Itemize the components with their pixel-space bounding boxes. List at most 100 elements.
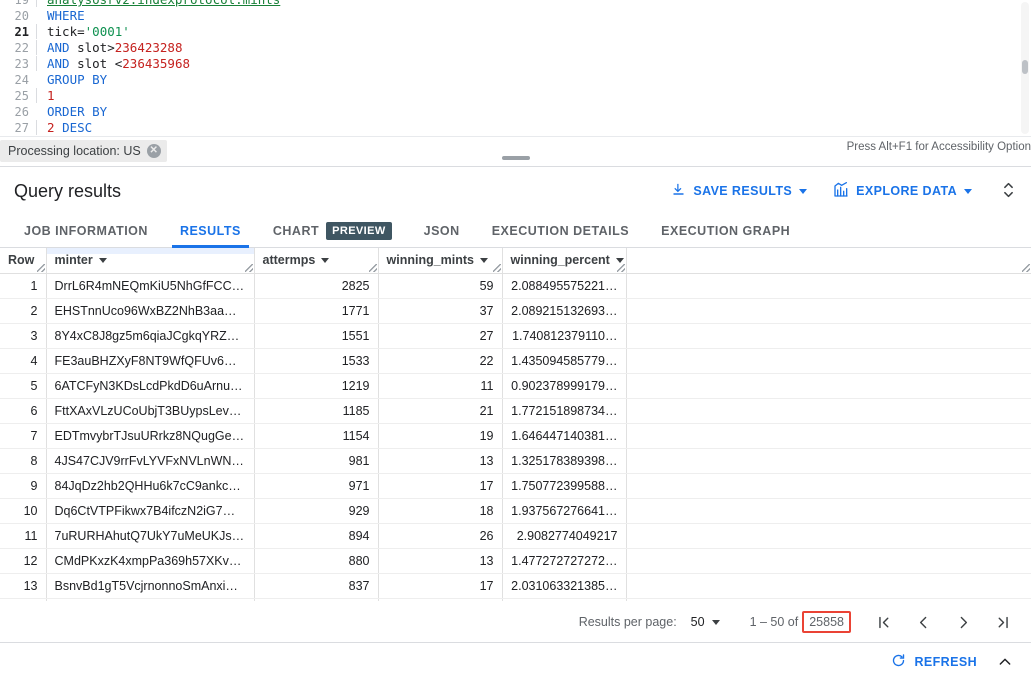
results-tabs[interactable]: JOB INFORMATIONRESULTSCHARTPREVIEW JSON EX… — [0, 215, 1031, 248]
sql-line-20[interactable]: 20WHERE — [0, 8, 1031, 24]
previous-page-button[interactable] — [903, 602, 943, 642]
column-resize-handle[interactable] — [37, 264, 45, 272]
processing-location-chip[interactable]: Processing location: US ✕ — [0, 140, 167, 162]
table-row[interactable]: 4FE3auBHZXyF8NT9WfQFUv6Q…1533221.4350945… — [0, 348, 1031, 373]
cell-spacer — [626, 448, 1031, 473]
table-resize-handle[interactable] — [1022, 264, 1030, 272]
sql-line-25[interactable]: 251 — [0, 88, 1031, 104]
cell-attermps: 981 — [254, 448, 378, 473]
splitter-drag-handle[interactable] — [502, 156, 530, 160]
table-row[interactable]: 38Y4xC8J8gz5m6qiaJCgkqYRZ…1551271.740812… — [0, 323, 1031, 348]
cell-winning-mints: 22 — [378, 348, 502, 373]
cell-winning-mints: 17 — [378, 573, 502, 598]
close-icon[interactable]: ✕ — [147, 144, 161, 158]
sql-code-text: AND slot <236435968 — [47, 56, 190, 72]
pagination-range-prefix: 1 – 50 of — [750, 615, 799, 629]
explore-data-button[interactable]: EXPLORE DATA — [829, 176, 976, 207]
column-header-inner: attermps — [263, 253, 370, 267]
cell-attermps: 971 — [254, 473, 378, 498]
table-row[interactable]: 84JS47CJV9rrFvLYVFxNVLnWN…981131.3251783… — [0, 448, 1031, 473]
cell-winning-percent: 1.750772399588… — [502, 473, 626, 498]
cell-minter: EHSTnnUco96WxBZ2NhB3aaC… — [46, 298, 254, 323]
indent-guide — [36, 40, 37, 55]
cell-attermps: 1771 — [254, 298, 378, 323]
cell-attermps: 1185 — [254, 398, 378, 423]
refresh-icon — [891, 653, 906, 671]
sort-chevron-down-icon[interactable] — [616, 258, 624, 263]
table-row[interactable]: 10Dq6CtVTPFikwx7B4ifczN2iG7…929181.93756… — [0, 498, 1031, 523]
table-row[interactable]: 117uRURHAhutQ7UkY7uMeUKJs…894262.9082774… — [0, 523, 1031, 548]
tab-chart[interactable]: CHARTPREVIEW — [257, 215, 408, 247]
total-results-count: 25858 — [802, 611, 851, 633]
refresh-label: REFRESH — [914, 655, 977, 669]
column-resize-handle[interactable] — [245, 264, 253, 272]
tab-execution-graph[interactable]: EXECUTION GRAPH — [645, 215, 806, 247]
sql-token: 2 — [47, 120, 62, 135]
column-header-winning_percent[interactable]: winning_percent — [502, 248, 626, 273]
column-header-row[interactable]: Row — [0, 248, 46, 273]
table-row[interactable]: 12CMdPKxzK4xmpPa369h57XKv…880131.4772727… — [0, 548, 1031, 573]
sql-line-22[interactable]: 22AND slot>236423288 — [0, 40, 1031, 56]
column-resize-handle[interactable] — [369, 264, 377, 272]
table-row[interactable]: 6FttXAxVLzUCoUbjT3BUypsLev…1185211.77215… — [0, 398, 1031, 423]
sql-token: AND — [47, 40, 77, 55]
save-results-button[interactable]: SAVE RESULTS — [667, 176, 811, 206]
chevron-up-down-icon — [1002, 180, 1015, 203]
cell-minter: FttXAxVLzUCoUbjT3BUypsLev… — [46, 398, 254, 423]
preview-badge: PREVIEW — [326, 222, 392, 240]
first-page-icon — [875, 614, 892, 631]
chevron-left-icon — [915, 614, 932, 631]
sql-line-27[interactable]: 272 DESC — [0, 120, 1031, 136]
column-resize-handle[interactable] — [493, 264, 501, 272]
results-table-container[interactable]: Rowminter attermps winning_mintswinning_pe… — [0, 248, 1031, 642]
collapse-results-button[interactable] — [989, 648, 1021, 676]
table-row[interactable]: 1DrrL6R4mNEQmKiU5NhGfFCC…2825592.0884955… — [0, 273, 1031, 298]
sql-line-23[interactable]: 23AND slot <236435968 — [0, 56, 1031, 72]
cell-row-number: 10 — [0, 498, 46, 523]
table-row[interactable]: 2EHSTnnUco96WxBZ2NhB3aaC…1771372.0892151… — [0, 298, 1031, 323]
sql-line-21[interactable]: 21tick='0001' — [0, 24, 1031, 40]
table-row[interactable]: 56ATCFyN3KDsLcdPkdD6uArnu…1219110.902378… — [0, 373, 1031, 398]
cell-winning-percent: 0.902378999179… — [502, 373, 626, 398]
editor-scrollbar-thumb[interactable] — [1022, 60, 1028, 74]
cell-row-number: 2 — [0, 298, 46, 323]
column-header-minter[interactable]: minter — [46, 248, 254, 273]
cell-row-number: 12 — [0, 548, 46, 573]
sql-line-24[interactable]: 24GROUP BY — [0, 72, 1031, 88]
tab-results[interactable]: RESULTS — [164, 215, 257, 247]
sql-token: slot < — [77, 56, 122, 71]
sql-line-26[interactable]: 26ORDER BY — [0, 104, 1031, 120]
sql-token: tick= — [47, 24, 85, 39]
cell-winning-mints: 18 — [378, 498, 502, 523]
column-header-attermps[interactable]: attermps — [254, 248, 378, 273]
results-per-page-select[interactable]: 50 — [691, 615, 720, 629]
column-header-winning_mints[interactable]: winning_mints — [378, 248, 502, 273]
table-row[interactable]: 984JqDz2hb2QHHu6k7cC9ankc…971171.7507723… — [0, 473, 1031, 498]
expand-collapse-panel-button[interactable] — [994, 176, 1023, 207]
sql-code-lines[interactable]: 19analysosrv2.indexprotocol.mints20WHERE… — [0, 0, 1031, 136]
column-resize-handle[interactable] — [617, 264, 625, 272]
sort-chevron-down-icon[interactable] — [321, 258, 329, 263]
table-row[interactable]: 7EDTmvybrTJsuURrkz8NQugGe…1154191.646447… — [0, 423, 1031, 448]
cell-attermps: 2825 — [254, 273, 378, 298]
sql-token: ORDER BY — [47, 104, 107, 119]
sort-chevron-down-icon[interactable] — [480, 258, 488, 263]
next-page-button[interactable] — [943, 602, 983, 642]
cell-winning-mints: 17 — [378, 473, 502, 498]
tab-label: JSON — [424, 224, 460, 238]
cell-spacer — [626, 473, 1031, 498]
tab-job-information[interactable]: JOB INFORMATION — [8, 215, 164, 247]
sql-line-19[interactable]: 19analysosrv2.indexprotocol.mints — [0, 0, 1031, 8]
tab-execution-details[interactable]: EXECUTION DETAILS — [476, 215, 645, 247]
table-row[interactable]: 13BsnvBd1gT5VcjrnonnoSmAnxi…837172.03106… — [0, 573, 1031, 598]
sql-token: 236435968 — [122, 56, 190, 71]
indent-guide — [36, 120, 37, 135]
tab-json[interactable]: JSON — [408, 215, 476, 247]
sort-chevron-down-icon[interactable] — [99, 258, 107, 263]
cell-row-number: 8 — [0, 448, 46, 473]
last-page-button[interactable] — [983, 602, 1023, 642]
sql-token: AND — [47, 56, 77, 71]
first-page-button[interactable] — [863, 602, 903, 642]
sql-editor[interactable]: 19analysosrv2.indexprotocol.mints20WHERE… — [0, 0, 1031, 136]
refresh-button[interactable]: REFRESH — [883, 647, 985, 677]
